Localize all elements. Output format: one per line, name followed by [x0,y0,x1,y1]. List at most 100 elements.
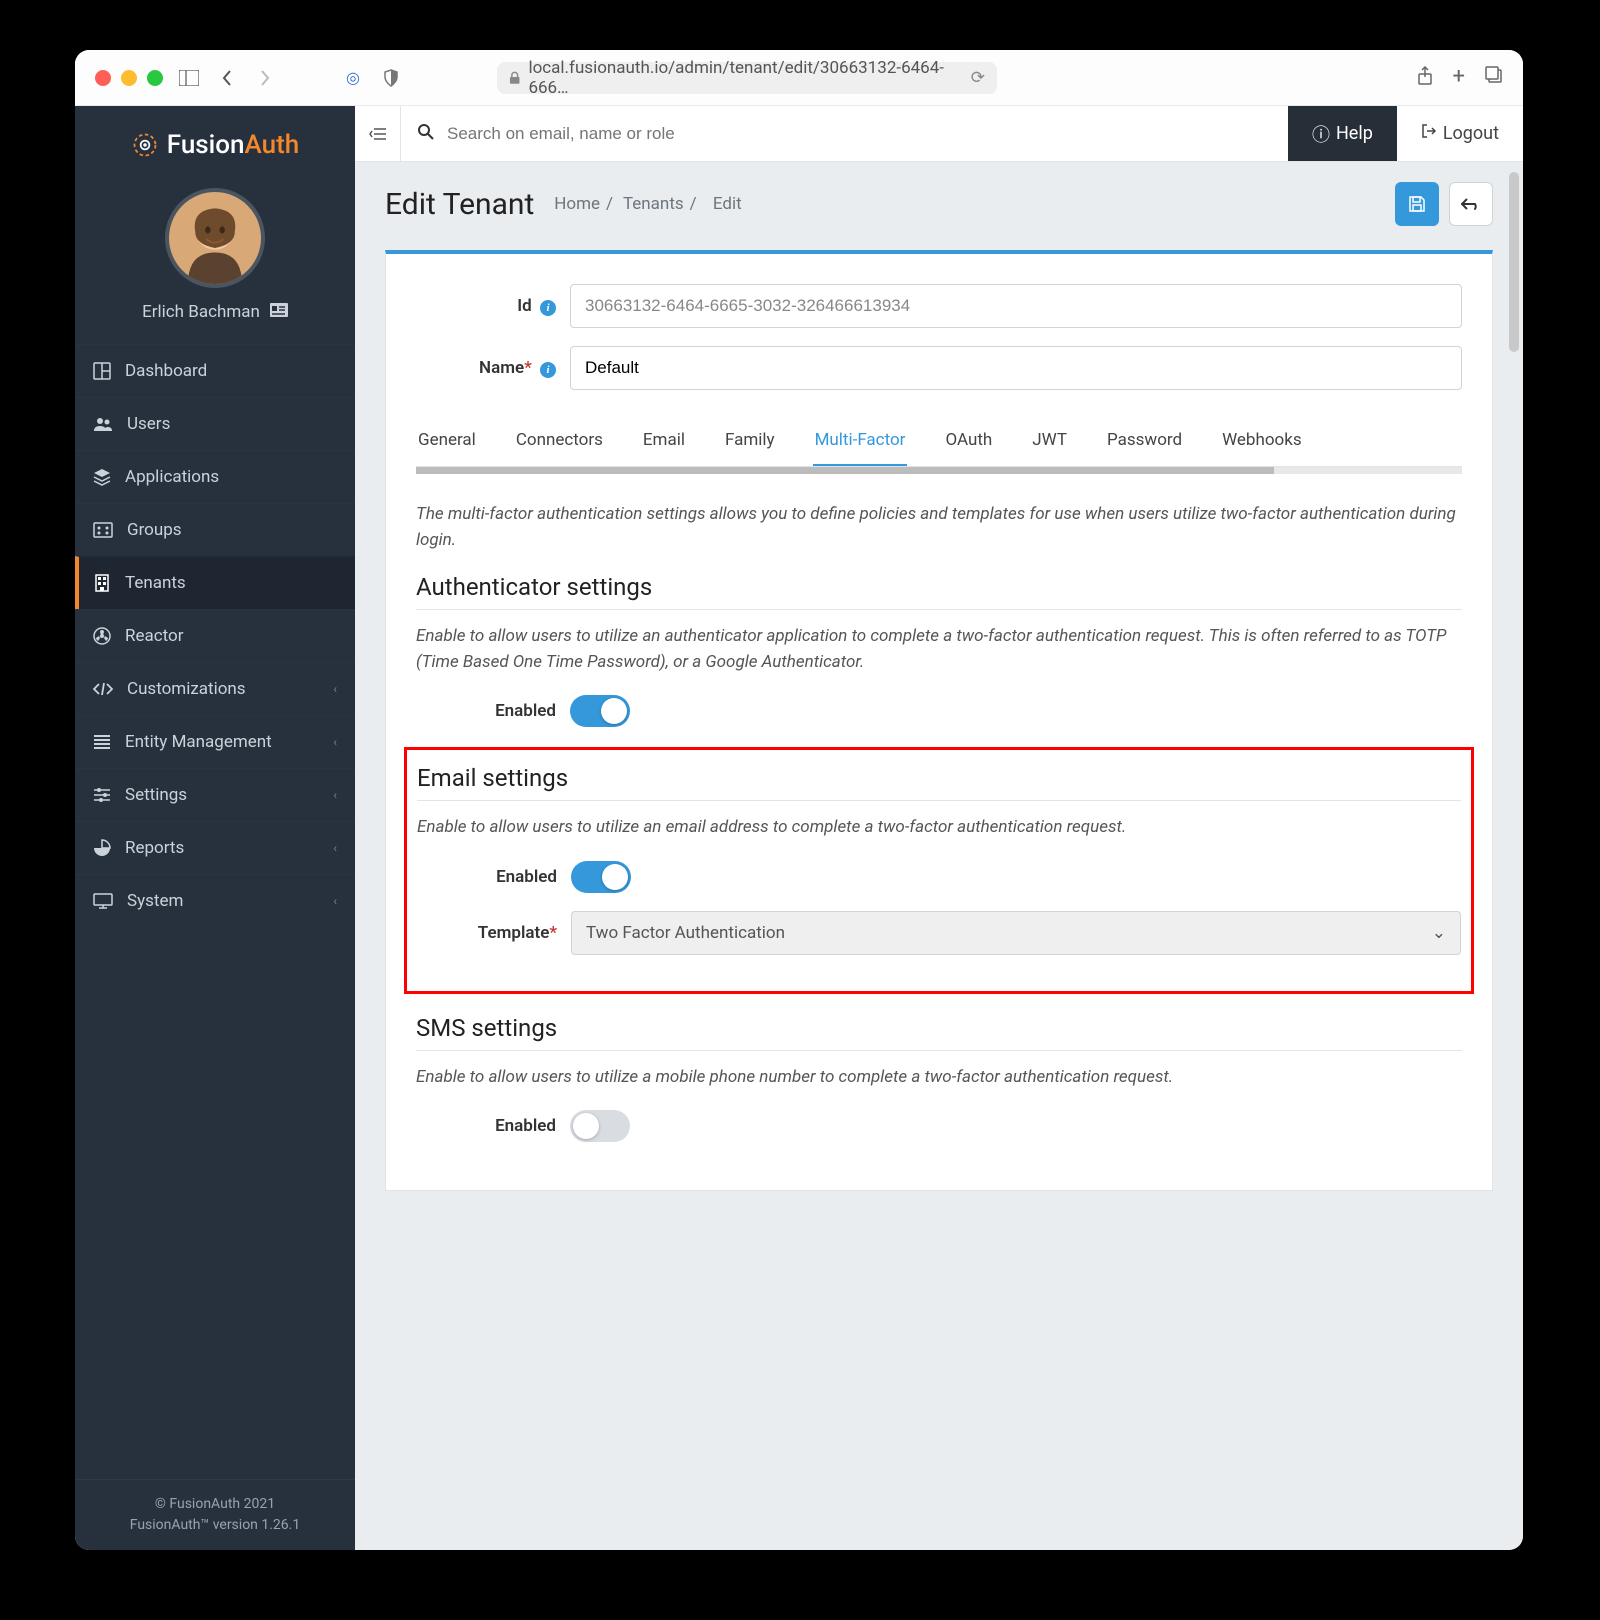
browser-chrome: ◎ local.fusionauth.io/admin/tenant/edit/… [75,50,1523,106]
sidebar-item-customizations[interactable]: Customizations‹ [75,662,355,715]
sidebar-item-settings[interactable]: Settings‹ [75,768,355,821]
tabs-icon[interactable] [1485,66,1503,90]
search-box [401,123,1288,145]
scrollbar[interactable] [1509,172,1519,352]
reload-icon[interactable]: ⟳ [971,68,985,88]
onepassword-icon[interactable]: ◎ [341,68,365,87]
save-button[interactable] [1395,182,1439,226]
tab-scroll-indicator[interactable] [416,467,1462,474]
crumb-current: Edit [713,194,742,214]
traffic-lights [95,70,163,86]
id-label: Id i [416,296,556,316]
tenants-icon [93,574,111,592]
tab-general[interactable]: General [416,420,478,466]
logout-button[interactable]: Logout [1397,106,1523,161]
back-button[interactable] [1449,182,1493,226]
url-text: local.fusionauth.io/admin/tenant/edit/30… [528,58,962,98]
email-template-label: Template* [417,923,557,943]
maximize-window-icon[interactable] [147,70,163,86]
sms-enabled-toggle[interactable] [570,1110,630,1142]
breadcrumb: Home/ Tenants/ Edit [554,194,747,214]
page-title: Edit Tenant [385,187,534,222]
user-name-row[interactable]: Erlich Bachman [75,302,355,344]
new-tab-icon[interactable]: + [1453,66,1465,90]
sidebar-item-reports[interactable]: Reports‹ [75,821,355,874]
reports-icon [93,839,111,857]
crumb-home[interactable]: Home [554,194,600,214]
id-card-icon [270,302,288,322]
id-row: Id i [416,284,1462,328]
authenticator-enabled-toggle[interactable] [570,695,630,727]
tab-password[interactable]: Password [1105,420,1184,466]
sidebar-item-reactor[interactable]: Reactor [75,609,355,662]
sidebar: FusionAuth Erlich Bachman Dashboard User… [75,106,355,1550]
main: ⓘ Help Logout Edit Tenant Home/ Tenants/… [355,106,1523,1550]
url-bar[interactable]: local.fusionauth.io/admin/tenant/edit/30… [497,62,997,94]
email-enabled-row: Enabled [417,861,1461,893]
mfa-intro: The multi-factor authentication settings… [416,502,1462,553]
sidebar-item-entity-management[interactable]: Entity Management‹ [75,715,355,768]
logo: FusionAuth [75,106,355,180]
logo-icon [131,131,159,159]
forward-icon[interactable] [253,69,277,87]
sidebar-collapse-button[interactable] [355,106,401,161]
share-icon[interactable] [1417,66,1433,90]
users-icon [93,416,113,432]
help-icon: ⓘ [1312,121,1330,147]
sidebar-toggle-icon[interactable] [177,70,201,86]
name-label: Name* i [416,358,556,378]
email-title: Email settings [417,764,1461,801]
sidebar-item-dashboard[interactable]: Dashboard [75,344,355,397]
topbar: ⓘ Help Logout [355,106,1523,162]
page-header: Edit Tenant Home/ Tenants/ Edit [355,162,1523,226]
authenticator-enabled-label: Enabled [416,701,556,721]
help-button[interactable]: ⓘ Help [1288,106,1397,161]
email-enabled-label: Enabled [417,867,557,887]
sidebar-item-tenants[interactable]: Tenants [75,556,355,609]
crumb-tenants[interactable]: Tenants [623,194,684,214]
chevron-left-icon: ‹ [333,841,337,855]
sms-enabled-row: Enabled [416,1110,1462,1142]
id-input [570,284,1462,328]
chevron-down-icon: ⌄ [1432,923,1446,943]
authenticator-desc: Enable to allow users to utilize an auth… [416,624,1462,675]
tab-connectors[interactable]: Connectors [514,420,605,466]
name-input[interactable] [570,346,1462,390]
user-name: Erlich Bachman [142,302,260,322]
email-template-row: Template* Two Factor Authentication ⌄ [417,911,1461,955]
email-desc: Enable to allow users to utilize an emai… [417,815,1461,841]
footer-version: FusionAuth™ version 1.26.1 [89,1515,341,1536]
sidebar-item-applications[interactable]: Applications [75,450,355,503]
info-icon[interactable]: i [540,362,556,378]
info-icon[interactable]: i [540,300,556,316]
authenticator-title: Authenticator settings [416,573,1462,610]
search-icon [417,123,435,145]
name-row: Name* i [416,346,1462,390]
sidebar-item-users[interactable]: Users [75,397,355,450]
close-window-icon[interactable] [95,70,111,86]
email-template-select[interactable]: Two Factor Authentication ⌄ [571,911,1461,955]
search-input[interactable] [447,124,1272,144]
tab-family[interactable]: Family [723,420,777,466]
sms-title: SMS settings [416,1014,1462,1051]
sidebar-item-groups[interactable]: Groups [75,503,355,556]
back-icon[interactable] [215,69,239,87]
tab-jwt[interactable]: JWT [1030,420,1069,466]
sidebar-item-system[interactable]: System‹ [75,874,355,927]
tab-webhooks[interactable]: Webhooks [1220,420,1304,466]
groups-icon [93,522,113,538]
tab-oauth[interactable]: OAuth [943,420,994,466]
tab-email[interactable]: Email [641,420,687,466]
entity-icon [93,734,111,750]
lock-icon [509,71,520,85]
chevron-left-icon: ‹ [333,735,337,749]
sms-desc: Enable to allow users to utilize a mobil… [416,1065,1462,1091]
email-enabled-toggle[interactable] [571,861,631,893]
panel: Id i Name* i General Connectors Email Fa… [385,250,1493,1191]
minimize-window-icon[interactable] [121,70,137,86]
footer-copyright: © FusionAuth 2021 [89,1494,341,1515]
chevron-left-icon: ‹ [333,682,337,696]
avatar[interactable] [165,188,265,288]
shield-icon[interactable] [379,69,403,87]
tab-multi-factor[interactable]: Multi-Factor [813,420,908,467]
